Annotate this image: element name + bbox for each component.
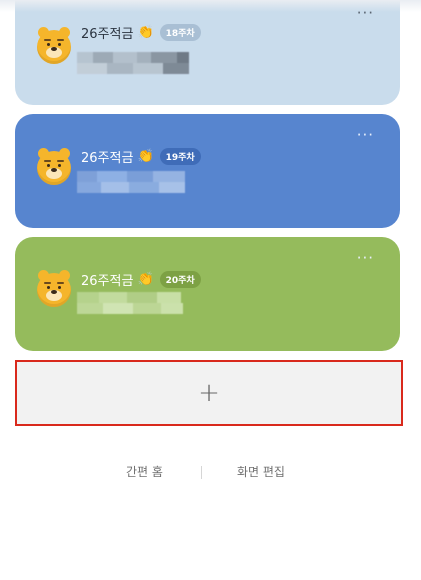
- masked-account-info: [77, 52, 195, 74]
- add-card-button[interactable]: +: [15, 360, 403, 426]
- easy-home-link[interactable]: 간편 홈: [126, 463, 163, 480]
- footer-divider: [201, 466, 202, 479]
- ryan-character-icon: [37, 148, 71, 185]
- week-badge: 20주차: [159, 271, 201, 288]
- more-options-icon[interactable]: ···: [357, 128, 374, 143]
- card-title: 26주적금: [81, 27, 134, 42]
- savings-card[interactable]: ··· 26주적금 👏 18주차: [15, 0, 400, 105]
- card-title-row: 26주적금 👏 20주차: [81, 270, 201, 289]
- clapping-hands-icon: 👏: [137, 149, 154, 164]
- card-title: 26주적금: [81, 151, 134, 166]
- edit-screen-link[interactable]: 화면 편집: [237, 463, 285, 480]
- savings-card[interactable]: ··· 26주적금 👏 20주차: [15, 237, 400, 351]
- clapping-hands-icon: 👏: [137, 272, 154, 287]
- more-options-icon[interactable]: ···: [357, 251, 374, 266]
- week-badge: 19주차: [159, 148, 201, 165]
- card-title-row: 26주적금 👏 19주차: [81, 147, 201, 166]
- week-badge: 18주차: [159, 24, 201, 41]
- ryan-character-icon: [37, 27, 71, 64]
- masked-account-info: [77, 292, 187, 314]
- top-shadow: [0, 0, 421, 12]
- ryan-character-icon: [37, 270, 71, 307]
- card-title: 26주적금: [81, 274, 134, 289]
- footer-links: 간편 홈 화면 편집: [0, 463, 421, 483]
- clapping-hands-icon: 👏: [137, 25, 154, 40]
- masked-account-info: [77, 171, 195, 193]
- card-title-row: 26주적금 👏 18주차: [81, 23, 201, 42]
- savings-card[interactable]: ··· 26주적금 👏 19주차: [15, 114, 400, 228]
- plus-icon: +: [198, 378, 220, 408]
